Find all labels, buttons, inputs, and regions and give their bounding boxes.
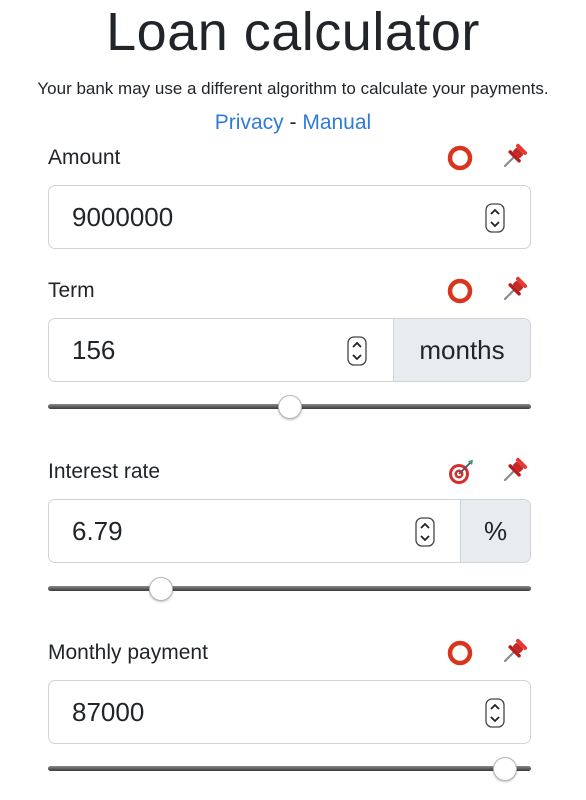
interest-rate-input[interactable]: 6.79	[49, 500, 460, 562]
amount-input[interactable]: 9000000	[49, 186, 530, 248]
link-separator: -	[289, 111, 297, 134]
monthly-payment-slider[interactable]	[48, 756, 531, 782]
pushpin-icon[interactable]	[500, 141, 530, 171]
slider-thumb[interactable]	[149, 577, 173, 601]
term-value: 156	[72, 335, 116, 365]
interest-rate-unit-addon: %	[460, 500, 530, 562]
spinner-icon[interactable]	[485, 698, 505, 728]
monthly-payment-label: Monthly payment	[48, 641, 208, 664]
interest-rate-slider[interactable]	[48, 576, 531, 602]
slider-track	[48, 586, 531, 591]
slider-track	[48, 766, 531, 771]
amount-value: 9000000	[72, 202, 174, 232]
term-label: Term	[48, 279, 95, 302]
interest-rate-value: 6.79	[72, 516, 123, 546]
header-links: Privacy - Manual	[0, 110, 586, 136]
term-input[interactable]: 156	[49, 319, 393, 381]
page-title: Loan calculator	[106, 2, 480, 62]
disclaimer-text: Your bank may use a different algorithm …	[37, 79, 549, 98]
circle-icon[interactable]	[446, 143, 476, 173]
spinner-icon[interactable]	[485, 203, 505, 233]
amount-label: Amount	[48, 146, 121, 169]
pushpin-icon[interactable]	[500, 455, 530, 485]
slider-thumb[interactable]	[278, 395, 302, 419]
interest-rate-label: Interest rate	[48, 460, 161, 483]
privacy-link[interactable]: Privacy	[215, 111, 284, 134]
term-slider[interactable]	[48, 394, 531, 420]
circle-icon[interactable]	[446, 276, 476, 306]
interest-rate-input-group: 6.79 %	[48, 499, 531, 563]
term-unit-addon: months	[393, 319, 530, 381]
slider-thumb[interactable]	[493, 757, 517, 781]
spinner-icon[interactable]	[347, 336, 367, 366]
pushpin-icon[interactable]	[500, 636, 530, 666]
pushpin-icon[interactable]	[500, 274, 530, 304]
circle-icon[interactable]	[446, 638, 476, 668]
monthly-payment-value: 87000	[72, 697, 145, 727]
manual-link[interactable]: Manual	[302, 111, 371, 134]
monthly-payment-input[interactable]: 87000	[49, 681, 530, 743]
term-input-group: 156 months	[48, 318, 531, 382]
monthly-payment-input-group: 87000	[48, 680, 531, 744]
target-icon[interactable]	[446, 457, 476, 487]
spinner-icon[interactable]	[415, 517, 435, 547]
amount-input-group: 9000000	[48, 185, 531, 249]
